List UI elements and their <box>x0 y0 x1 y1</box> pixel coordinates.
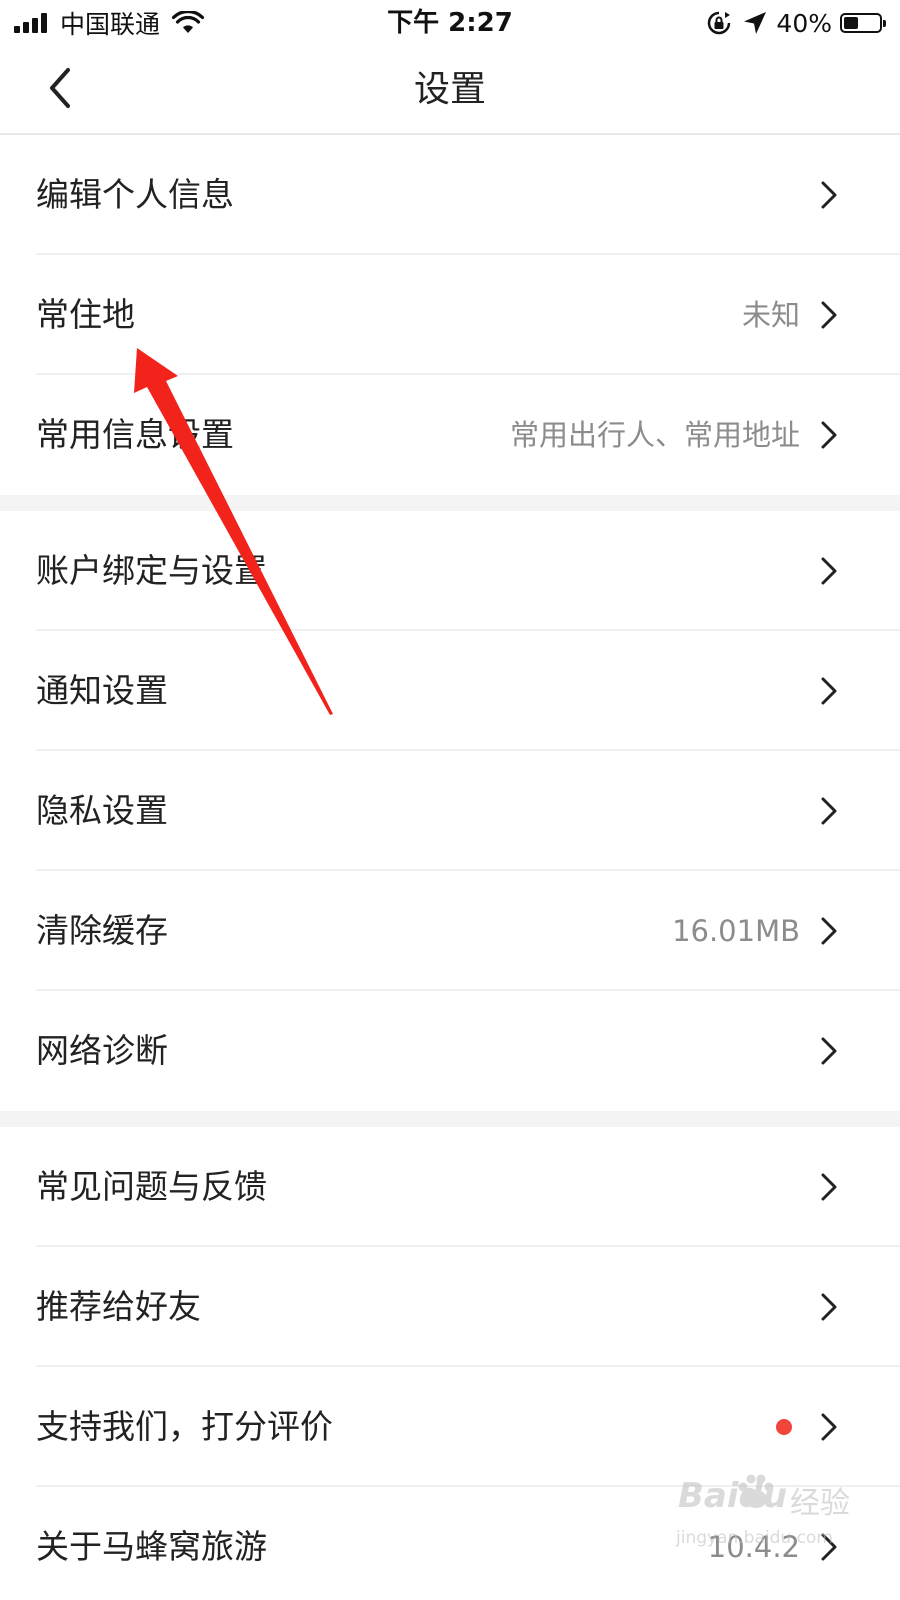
chevron-right-icon <box>821 1533 837 1561</box>
status-bar: 中国联通 下午 2:27 40% <box>0 0 900 46</box>
section-divider <box>0 495 900 511</box>
battery-level <box>844 17 858 29</box>
page-title: 设置 <box>413 69 486 110</box>
row-label: 网络诊断 <box>36 1031 168 1070</box>
row-label: 常用信息设置 <box>36 415 234 454</box>
row-value: 10.4.2 <box>707 1530 800 1564</box>
row-label: 常住地 <box>36 295 135 334</box>
section-divider <box>0 1111 900 1127</box>
battery-icon <box>840 13 886 33</box>
battery-tip <box>883 20 886 27</box>
chevron-right-icon <box>821 1037 837 1065</box>
row-value: 常用出行人、常用地址 <box>509 418 800 452</box>
row-label: 通知设置 <box>36 671 168 710</box>
settings-row-common-info[interactable]: 常用信息设置 常用出行人、常用地址 <box>0 375 900 495</box>
orientation-lock-icon <box>708 11 731 35</box>
row-label: 清除缓存 <box>36 911 168 950</box>
chevron-right-icon <box>821 421 837 449</box>
row-label: 常见问题与反馈 <box>36 1167 267 1206</box>
chevron-right-icon <box>821 301 837 329</box>
settings-screen: 中国联通 下午 2:27 40% 设置 编辑个人信息 常住地 未知 常用信息设置… <box>0 0 900 1600</box>
settings-row-edit-profile[interactable]: 编辑个人信息 <box>0 135 900 255</box>
settings-list: 编辑个人信息 常住地 未知 常用信息设置 常用出行人、常用地址 账户绑定与设置 … <box>0 135 900 1600</box>
status-right: 40% <box>706 6 886 40</box>
chevron-right-icon <box>821 557 837 585</box>
settings-row-residence[interactable]: 常住地 未知 <box>0 255 900 375</box>
settings-row-clear-cache[interactable]: 清除缓存 16.01MB <box>0 871 900 991</box>
settings-row-recommend[interactable]: 推荐给好友 <box>0 1247 900 1367</box>
battery-percentage: 40% <box>776 8 832 38</box>
settings-row-rate-us[interactable]: 支持我们，打分评价 <box>0 1367 900 1487</box>
chevron-right-icon <box>821 797 837 825</box>
chevron-right-icon <box>821 677 837 705</box>
chevron-right-icon <box>821 917 837 945</box>
chevron-right-icon <box>821 181 837 209</box>
settings-row-account-binding[interactable]: 账户绑定与设置 <box>0 511 900 631</box>
nav-bar: 设置 <box>0 46 900 135</box>
row-label: 账户绑定与设置 <box>36 551 267 590</box>
row-label: 隐私设置 <box>36 791 168 830</box>
settings-row-privacy[interactable]: 隐私设置 <box>0 751 900 871</box>
location-icon <box>744 12 767 34</box>
chevron-right-icon <box>821 1413 837 1441</box>
row-value: 16.01MB <box>672 914 800 948</box>
row-label: 支持我们，打分评价 <box>36 1407 333 1446</box>
row-label: 编辑个人信息 <box>36 175 234 214</box>
row-label: 推荐给好友 <box>36 1287 201 1326</box>
settings-row-network-diagnosis[interactable]: 网络诊断 <box>0 991 900 1111</box>
settings-row-notifications[interactable]: 通知设置 <box>0 631 900 751</box>
row-label: 关于马蜂窝旅游 <box>36 1527 267 1566</box>
settings-row-faq-feedback[interactable]: 常见问题与反馈 <box>0 1127 900 1247</box>
row-value: 未知 <box>741 298 800 332</box>
settings-row-about[interactable]: 关于马蜂窝旅游 10.4.2 <box>0 1487 900 1600</box>
chevron-right-icon <box>821 1293 837 1321</box>
chevron-right-icon <box>821 1173 837 1201</box>
notification-dot <box>776 1419 792 1435</box>
